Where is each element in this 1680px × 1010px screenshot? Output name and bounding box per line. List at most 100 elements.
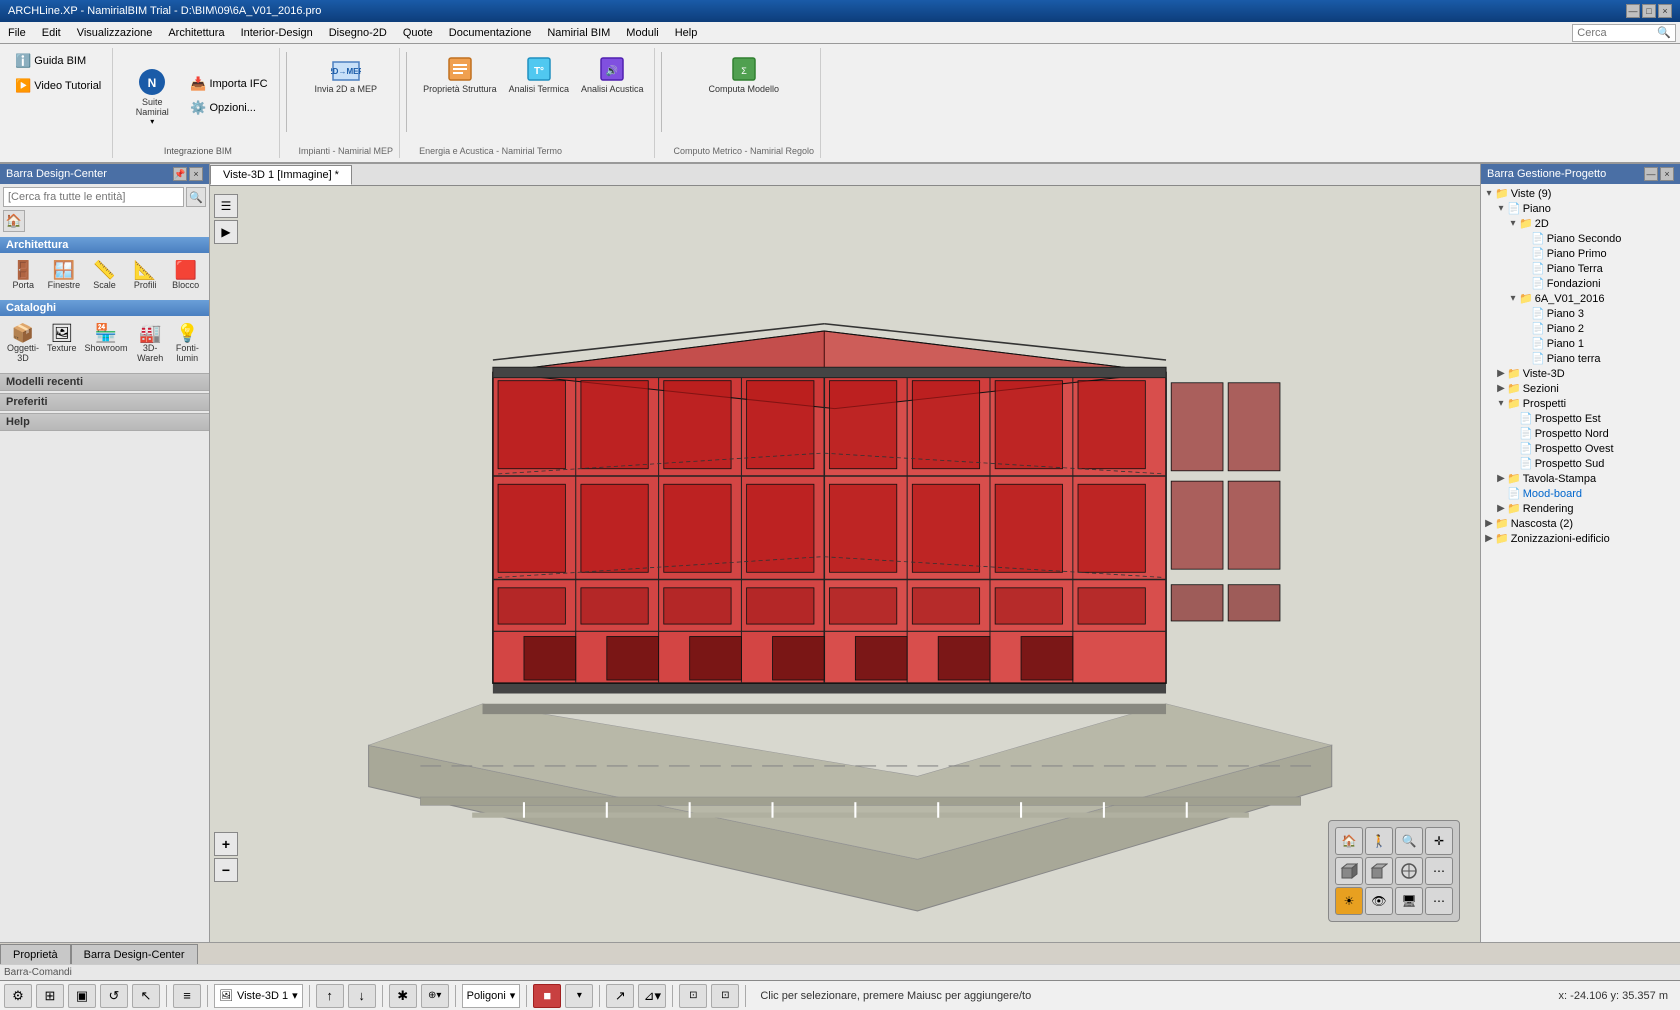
zoom-out-button[interactable]: −: [214, 858, 238, 882]
right-panel-close-button[interactable]: ×: [1660, 167, 1674, 181]
analisi-termica-button[interactable]: T° Analisi Termica: [505, 50, 573, 142]
dc-fontilumin-item[interactable]: 💡 Fonti-lumin: [170, 320, 205, 367]
status-measure-button[interactable]: ⊡: [679, 984, 707, 1008]
status-gear-button[interactable]: ⚙: [4, 984, 32, 1008]
status-down-button[interactable]: ↓: [348, 984, 376, 1008]
tree-item[interactable]: 📄Prospetto Nord: [1483, 426, 1678, 441]
polygon-selector[interactable]: Poligoni ▾: [462, 984, 521, 1008]
menu-quote[interactable]: Quote: [395, 25, 441, 41]
nav-walk-button[interactable]: 🚶: [1365, 827, 1393, 855]
status-grid-button[interactable]: ⊞: [36, 984, 64, 1008]
tree-item[interactable]: 📄Piano Primo: [1483, 246, 1678, 261]
video-tutorial-button[interactable]: ▶️ Video Tutorial: [10, 75, 106, 97]
nav-sun-button[interactable]: ☀: [1335, 887, 1363, 915]
importa-ifc-button[interactable]: 📥 Importa IFC: [185, 73, 272, 95]
building-canvas[interactable]: [210, 186, 1480, 942]
nav-cube2-button[interactable]: [1365, 857, 1393, 885]
dc-blocco-item[interactable]: 🟥 Blocco: [166, 257, 205, 294]
menu-architettura[interactable]: Architettura: [160, 25, 232, 41]
bottom-tab-proprieta[interactable]: Proprietà: [0, 944, 71, 964]
suite-namirial-button[interactable]: N Suite Namirial ▾: [123, 63, 181, 130]
nav-extra-button[interactable]: ⋯: [1425, 887, 1453, 915]
canvas-tab-viste3d[interactable]: Viste-3D 1 [Immagine] *: [210, 165, 352, 185]
tree-item[interactable]: 📄Piano terra: [1483, 351, 1678, 366]
tree-item[interactable]: 📄Piano 2: [1483, 321, 1678, 336]
help-section[interactable]: Help: [0, 413, 209, 431]
dc-profili-item[interactable]: 📐 Profili: [126, 257, 165, 294]
tree-item[interactable]: 📄Piano Secondo: [1483, 231, 1678, 246]
nav-monitor-button[interactable]: 🖥: [1395, 887, 1423, 915]
close-button[interactable]: ×: [1658, 4, 1672, 18]
dc-finestre-item[interactable]: 🪟 Finestre: [45, 257, 84, 294]
status-snap-button[interactable]: ✱: [389, 984, 417, 1008]
nav-cube1-button[interactable]: [1335, 857, 1363, 885]
dc-search-input[interactable]: [3, 187, 184, 207]
canvas-area[interactable]: Viste-3D 1 [Immagine] *: [210, 164, 1480, 942]
dc-scale-item[interactable]: 📏 Scale: [85, 257, 124, 294]
tree-item[interactable]: ▶📁Tavola-Stampa: [1483, 471, 1678, 486]
tree-item[interactable]: 📄Piano 3: [1483, 306, 1678, 321]
menu-edit[interactable]: Edit: [34, 25, 69, 41]
invia-2d-mep-button[interactable]: 2D→MEP Invia 2D a MEP: [311, 50, 382, 98]
guida-bim-button[interactable]: ℹ️ Guida BIM: [10, 50, 106, 72]
tree-item[interactable]: ▾📄Piano: [1483, 201, 1678, 216]
status-rotate-button[interactable]: ↺: [100, 984, 128, 1008]
dc-home-button[interactable]: 🏠: [3, 210, 25, 232]
dc-porta-item[interactable]: 🚪 Porta: [4, 257, 43, 294]
status-list-button[interactable]: ≡: [173, 984, 201, 1008]
tree-item[interactable]: 📄Piano 1: [1483, 336, 1678, 351]
status-up-button[interactable]: ↑: [316, 984, 344, 1008]
search-box[interactable]: 🔍: [1572, 24, 1676, 42]
status-angle-button[interactable]: ↗: [606, 984, 634, 1008]
tree-item[interactable]: ▾📁2D: [1483, 216, 1678, 231]
view-selector[interactable]: 🖼 Viste-3D 1 ▾: [214, 984, 303, 1008]
opzioni-button[interactable]: ⚙️ Opzioni...: [185, 97, 272, 119]
status-frame-button[interactable]: ▣: [68, 984, 96, 1008]
maximize-button[interactable]: □: [1642, 4, 1656, 18]
menu-namirial-bim[interactable]: Namirial BIM: [539, 25, 618, 41]
tree-item[interactable]: 📄Fondazioni: [1483, 276, 1678, 291]
nav-eye-button[interactable]: 👁: [1365, 887, 1393, 915]
minimize-button[interactable]: —: [1626, 4, 1640, 18]
right-panel-pin-button[interactable]: —: [1644, 167, 1658, 181]
status-layer-button[interactable]: ■: [533, 984, 561, 1008]
search-input[interactable]: [1577, 27, 1657, 39]
nav-zoomin-button[interactable]: 🔍: [1395, 827, 1423, 855]
project-tree[interactable]: ▾📁Viste (9) ▾📄Piano ▾📁2D 📄Piano Secondo …: [1481, 184, 1680, 942]
proprieta-struttura-button[interactable]: Proprietà Struttura: [419, 50, 501, 142]
menu-help[interactable]: Help: [667, 25, 706, 41]
dc-showroom-item[interactable]: 🏪 Showroom: [82, 320, 131, 367]
tree-item[interactable]: 📄Prospetto Sud: [1483, 456, 1678, 471]
bottom-tab-design-center[interactable]: Barra Design-Center: [71, 944, 198, 964]
nav-more-button[interactable]: ⋯: [1425, 857, 1453, 885]
nav-house-button[interactable]: 🏠: [1335, 827, 1363, 855]
nav-cube3-button[interactable]: [1395, 857, 1423, 885]
list-view-button[interactable]: ☰: [214, 194, 238, 218]
status-layer2-button[interactable]: ▾: [565, 984, 593, 1008]
pan-right-button[interactable]: ▶: [214, 220, 238, 244]
dc-search-button[interactable]: 🔍: [186, 187, 206, 207]
status-measure2-button[interactable]: ⊡: [711, 984, 739, 1008]
tree-item[interactable]: 📄Prospetto Est: [1483, 411, 1678, 426]
tree-item[interactable]: 📄Mood-board: [1483, 486, 1678, 501]
tree-item[interactable]: ▶📁Viste-3D: [1483, 366, 1678, 381]
nav-pan-button[interactable]: ✛: [1425, 827, 1453, 855]
analisi-acustica-button[interactable]: 🔊 Analisi Acustica: [577, 50, 648, 142]
computa-modello-button[interactable]: Σ Computa Modello: [705, 50, 784, 142]
dc-oggetti3d-item[interactable]: 📦 Oggetti-3D: [4, 320, 42, 367]
tree-item[interactable]: 📄Prospetto Ovest: [1483, 441, 1678, 456]
status-cursor-button[interactable]: ↖: [132, 984, 160, 1008]
tree-item[interactable]: ▾📁6A_V01_2016: [1483, 291, 1678, 306]
tree-item[interactable]: ▾📁Viste (9): [1483, 186, 1678, 201]
menu-moduli[interactable]: Moduli: [618, 25, 666, 41]
status-snap2-button[interactable]: ⊕▾: [421, 984, 449, 1008]
dc-3dwareh-item[interactable]: 🏭 3D-Wareh: [133, 320, 168, 367]
menu-visualizzazione[interactable]: Visualizzazione: [69, 25, 161, 41]
tree-item[interactable]: ▶📁Rendering: [1483, 501, 1678, 516]
menu-disegno-2d[interactable]: Disegno-2D: [321, 25, 395, 41]
tree-item[interactable]: ▶📁Sezioni: [1483, 381, 1678, 396]
search-icon[interactable]: 🔍: [1657, 26, 1671, 39]
tree-item[interactable]: ▶📁Nascosta (2): [1483, 516, 1678, 531]
tree-item[interactable]: ▶📁Zonizzazioni-edificio: [1483, 531, 1678, 546]
dc-close-button[interactable]: ×: [189, 167, 203, 181]
